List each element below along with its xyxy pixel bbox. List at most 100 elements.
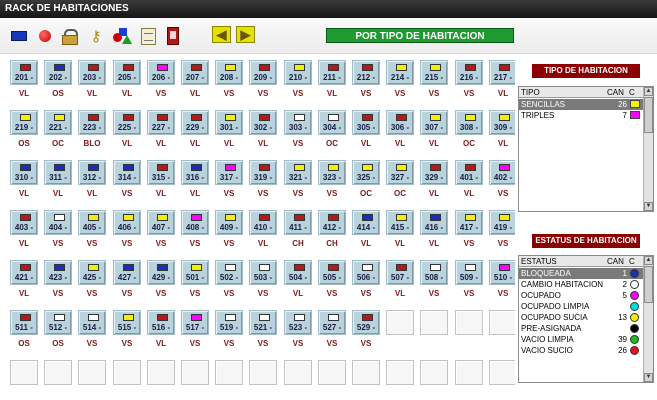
scroll-down-icon[interactable]: ▼: [644, 202, 653, 211]
room-tile[interactable]: 211 -: [318, 60, 346, 85]
room-tile[interactable]: 223 -: [78, 110, 106, 135]
room-tile[interactable]: 308 -: [455, 110, 483, 135]
list-item[interactable]: BLOQUEADA 1: [519, 268, 643, 279]
list-scrollbar[interactable]: ▲ ▼: [643, 87, 653, 211]
room-tile[interactable]: 301 -: [215, 110, 243, 135]
room-tile[interactable]: 516 -: [147, 310, 175, 335]
room-tile[interactable]: 429 -: [147, 260, 175, 285]
room-tile[interactable]: 401 -: [455, 160, 483, 185]
room-tile[interactable]: 415 -: [386, 210, 414, 235]
room-tile[interactable]: 307 -: [420, 110, 448, 135]
room-tile[interactable]: 425 -: [78, 260, 106, 285]
list-item[interactable]: TRIPLES 7: [519, 110, 643, 121]
list-item[interactable]: OCUPADO SUCIA 13: [519, 312, 643, 323]
room-tile[interactable]: 404 -: [44, 210, 72, 235]
room-tile[interactable]: 515 -: [113, 310, 141, 335]
room-tile[interactable]: 325 -: [352, 160, 380, 185]
room-tile[interactable]: 212 -: [352, 60, 380, 85]
room-tile[interactable]: 305 -: [352, 110, 380, 135]
red-dot-icon[interactable]: [35, 26, 55, 46]
room-tile[interactable]: 411 -: [284, 210, 312, 235]
room-tile[interactable]: 508 -: [420, 260, 448, 285]
room-tile[interactable]: 407 -: [147, 210, 175, 235]
room-tile[interactable]: 217 -: [489, 60, 517, 85]
room-tile[interactable]: 229 -: [181, 110, 209, 135]
list-item[interactable]: PRE-ASIGNADA: [519, 323, 643, 334]
list-item[interactable]: OCUPADO LIMPIA: [519, 301, 643, 312]
room-tile[interactable]: 408 -: [181, 210, 209, 235]
blue-rect-icon[interactable]: [9, 26, 29, 46]
room-tile[interactable]: 314 -: [113, 160, 141, 185]
room-tile[interactable]: 416 -: [420, 210, 448, 235]
room-tile[interactable]: 521 -: [249, 310, 277, 335]
room-tile[interactable]: 403 -: [10, 210, 38, 235]
room-tile[interactable]: 514 -: [78, 310, 106, 335]
room-tile[interactable]: 221 -: [44, 110, 72, 135]
room-tile[interactable]: 208 -: [215, 60, 243, 85]
room-tile[interactable]: 329 -: [420, 160, 448, 185]
room-tile[interactable]: 306 -: [386, 110, 414, 135]
room-tile[interactable]: 406 -: [113, 210, 141, 235]
list-item[interactable]: OCUPADO 5: [519, 290, 643, 301]
prev-arrow-button[interactable]: ◀: [212, 26, 231, 43]
keys-icon[interactable]: ⚷: [86, 26, 106, 46]
list-scrollbar[interactable]: ▲ ▼: [643, 256, 653, 382]
room-tile[interactable]: 319 -: [249, 160, 277, 185]
room-tile[interactable]: 202 -: [44, 60, 72, 85]
room-tile[interactable]: 205 -: [113, 60, 141, 85]
scroll-up-icon[interactable]: ▲: [644, 87, 653, 96]
room-tile[interactable]: 512 -: [44, 310, 72, 335]
room-tile[interactable]: 527 -: [318, 310, 346, 335]
room-tile[interactable]: 517 -: [181, 310, 209, 335]
room-tile[interactable]: 316 -: [181, 160, 209, 185]
room-tile[interactable]: 303 -: [284, 110, 312, 135]
room-tile[interactable]: 219 -: [10, 110, 38, 135]
room-tile[interactable]: 509 -: [455, 260, 483, 285]
room-tile[interactable]: 215 -: [420, 60, 448, 85]
list-item[interactable]: CAMBIO HABITACION 2: [519, 279, 643, 290]
room-tile[interactable]: 529 -: [352, 310, 380, 335]
room-tile[interactable]: 417 -: [455, 210, 483, 235]
room-tile[interactable]: 206 -: [147, 60, 175, 85]
room-tile[interactable]: 506 -: [352, 260, 380, 285]
scroll-thumb[interactable]: [644, 266, 653, 303]
next-arrow-button[interactable]: ▶: [236, 26, 255, 43]
room-tile[interactable]: 227 -: [147, 110, 175, 135]
exit-door-icon[interactable]: [163, 26, 183, 46]
room-tile[interactable]: 210 -: [284, 60, 312, 85]
room-tile[interactable]: 315 -: [147, 160, 175, 185]
room-tile[interactable]: 505 -: [318, 260, 346, 285]
room-tile[interactable]: 402 -: [489, 160, 517, 185]
lock-icon[interactable]: [59, 26, 79, 46]
room-tile[interactable]: 414 -: [352, 210, 380, 235]
room-tile[interactable]: 504 -: [284, 260, 312, 285]
room-tile[interactable]: 214 -: [386, 60, 414, 85]
room-tile[interactable]: 427 -: [113, 260, 141, 285]
room-tile[interactable]: 519 -: [215, 310, 243, 335]
scroll-down-icon[interactable]: ▼: [644, 373, 653, 382]
room-tile[interactable]: 511 -: [10, 310, 38, 335]
list-item[interactable]: VACIO SUCIO 26: [519, 345, 643, 356]
room-tile[interactable]: 412 -: [318, 210, 346, 235]
room-tile[interactable]: 503 -: [249, 260, 277, 285]
mode-button[interactable]: POR TIPO DE HABITACION: [326, 28, 514, 43]
tipo-list[interactable]: TIPO CAN C SENCILLAS 26 TRIPLES 7 ▲ ▼: [518, 86, 654, 212]
room-tile[interactable]: 419 -: [489, 210, 517, 235]
scroll-up-icon[interactable]: ▲: [644, 256, 653, 265]
room-tile[interactable]: 321 -: [284, 160, 312, 185]
room-tile[interactable]: 304 -: [318, 110, 346, 135]
room-tile[interactable]: 209 -: [249, 60, 277, 85]
room-tile[interactable]: 323 -: [318, 160, 346, 185]
room-tile[interactable]: 510 -: [489, 260, 517, 285]
room-tile[interactable]: 507 -: [386, 260, 414, 285]
room-tile[interactable]: 501 -: [181, 260, 209, 285]
room-tile[interactable]: 327 -: [386, 160, 414, 185]
document-icon[interactable]: [138, 26, 158, 46]
room-tile[interactable]: 311 -: [44, 160, 72, 185]
list-item[interactable]: SENCILLAS 26: [519, 99, 643, 110]
list-item[interactable]: VACIO LIMPIA 39: [519, 334, 643, 345]
room-tile[interactable]: 216 -: [455, 60, 483, 85]
room-tile[interactable]: 421 -: [10, 260, 38, 285]
room-tile[interactable]: 201 -: [10, 60, 38, 85]
room-tile[interactable]: 302 -: [249, 110, 277, 135]
